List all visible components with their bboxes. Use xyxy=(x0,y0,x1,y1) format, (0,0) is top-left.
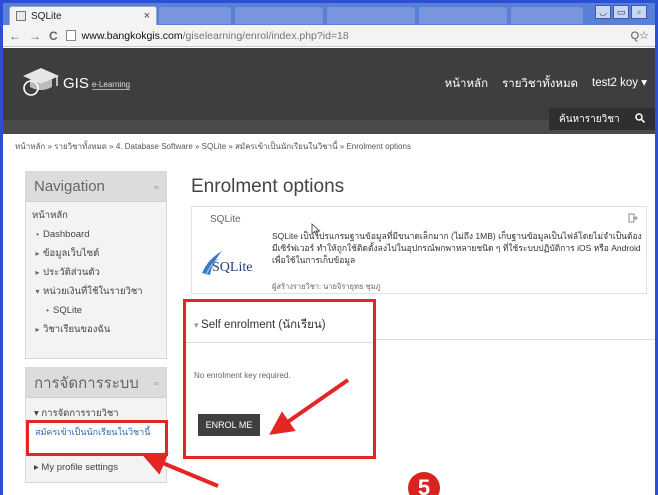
user-menu[interactable]: test2 koy ▾ xyxy=(592,75,647,93)
nav-all-courses-link[interactable]: รายวิชาทั้งหมด xyxy=(502,75,578,93)
nav-item-sqlite[interactable]: • SQLite xyxy=(26,301,166,320)
bullet-icon: • xyxy=(46,306,49,315)
expand-icon: ▸ xyxy=(35,268,40,277)
browser-window: SQLite × ◡ ▭ ▫ ← → C www.bangkokgis.com /… xyxy=(0,0,658,495)
enrol-icon xyxy=(628,213,638,226)
nav-item-profile[interactable]: ▸ ประวัติส่วนตัว xyxy=(26,263,166,282)
step-number-badge: 5 xyxy=(408,472,440,495)
course-summary-box: SQLite SQLite SQLite เป็นโปรแกรมฐานข้อมู… xyxy=(191,206,647,294)
self-enrolment-panel: ▾ Self enrolment (นักเรียน) No enrolment… xyxy=(183,299,376,459)
nav-item-label: หน้าหลัก xyxy=(32,210,68,221)
navigation-block: Navigation ▫▫ หน้าหลัก • Dashboard ▸ ข้อมู… xyxy=(25,171,167,359)
nav-item-course-units[interactable]: ▾ หน่วยเงินที่ใช้ในรายวิชา xyxy=(26,282,166,301)
navigation-title: Navigation xyxy=(34,178,105,195)
enrol-link-highlight: สมัครเข้าเป็นนักเรียนในวิชานี้ xyxy=(26,420,168,456)
course-name-link[interactable]: SQLite xyxy=(210,214,241,225)
background-tab[interactable] xyxy=(327,7,415,24)
background-tab[interactable] xyxy=(235,7,323,24)
background-tab[interactable] xyxy=(511,7,583,24)
mouse-cursor-icon xyxy=(311,223,321,240)
dock-icon[interactable]: ▫▫ xyxy=(154,378,159,388)
window-controls: ◡ ▭ ▫ xyxy=(595,5,647,19)
sqlite-logo: SQLite xyxy=(198,249,268,279)
self-enrolment-heading[interactable]: ▾ Self enrolment (นักเรียน) xyxy=(194,316,326,334)
dock-icon[interactable]: ▫▫ xyxy=(154,182,159,192)
course-search-label: ค้นหารายวิชา xyxy=(559,113,620,125)
logo-name: GIS xyxy=(63,75,89,92)
page-info-icon[interactable] xyxy=(65,30,76,41)
expand-icon: ▸ xyxy=(35,325,40,334)
administration-title: การจัดการระบบ xyxy=(34,374,139,392)
my-profile-settings-item[interactable]: ▸ My profile settings xyxy=(34,458,118,477)
navigation-list: หน้าหลัก • Dashboard ▸ ข้อมูลเว็บไซต์ ▸ ประ… xyxy=(26,202,166,343)
nav-item-site-info[interactable]: ▸ ข้อมูลเว็บไซต์ xyxy=(26,244,166,263)
collapse-icon: ▾ xyxy=(35,287,40,296)
forward-icon[interactable]: → xyxy=(29,29,41,43)
background-tab[interactable] xyxy=(419,7,507,24)
course-search-button[interactable]: ค้นหารายวิชา xyxy=(549,108,655,130)
nav-item-label: วิชาเรียนของฉัน xyxy=(43,324,111,335)
nav-item-label: หน่วยเงินที่ใช้ในรายวิชา xyxy=(43,286,143,297)
maximize-icon[interactable]: ▫ xyxy=(631,5,647,19)
collapse-icon: ▾ xyxy=(194,320,202,330)
administration-block-header: การจัดการระบบ ▫▫ xyxy=(26,368,166,398)
background-tab[interactable] xyxy=(159,7,231,24)
page-favicon-icon xyxy=(16,11,26,21)
logo-subtitle: e-Learning xyxy=(91,80,131,90)
enrol-in-course-link[interactable]: สมัครเข้าเป็นนักเรียนในวิชานี้ xyxy=(35,426,163,438)
reload-icon[interactable]: C xyxy=(49,29,58,43)
nav-item-my-courses[interactable]: ▸ วิชาเรียนของฉัน xyxy=(26,320,166,339)
self-enrolment-title: Self enrolment (นักเรียน) xyxy=(201,319,326,331)
sqlite-logo-text: SQLite xyxy=(212,260,253,275)
nav-item-label: Dashboard xyxy=(43,229,90,240)
nav-item-label: ประวัติส่วนตัว xyxy=(43,267,100,278)
back-icon[interactable]: ← xyxy=(9,29,21,43)
top-navigation: หน้าหลัก รายวิชาทั้งหมด test2 koy ▾ xyxy=(445,75,647,93)
nav-home-link[interactable]: หน้าหลัก xyxy=(445,75,489,93)
navigation-block-header: Navigation ▫▫ xyxy=(26,172,166,202)
url-path[interactable]: /giselearning/enrol/index.php?id=18 xyxy=(183,30,349,42)
bullet-icon: • xyxy=(36,230,39,239)
browser-tabbar: SQLite × ◡ ▭ ▫ xyxy=(3,3,655,25)
site-logo[interactable]: GIS e-Learning xyxy=(19,62,131,96)
expand-icon: ▸ xyxy=(35,249,40,258)
enrolment-key-note: No enrolment key required. xyxy=(194,371,291,380)
profile-icon[interactable]: ◡ xyxy=(595,5,611,19)
nav-item-label: SQLite xyxy=(53,305,83,316)
tab-close-icon[interactable]: × xyxy=(144,10,150,22)
tab-title: SQLite xyxy=(31,10,62,22)
nav-item-label: ข้อมูลเว็บไซต์ xyxy=(43,248,100,259)
breadcrumb[interactable]: หน้าหลัก » รายวิชาทั้งหมด » 4. Database … xyxy=(15,140,411,153)
section-divider xyxy=(186,342,373,343)
zoom-bookmark-icon[interactable]: Q☆ xyxy=(631,29,649,42)
course-summary-text: SQLite เป็นโปรแกรมฐานข้อมูลที่มีขนาดเล็ก… xyxy=(272,231,642,265)
course-teacher: ผู้สร้างรายวิชา: นายจิรายุทธ ชุมภู xyxy=(272,282,381,291)
nav-item-dashboard[interactable]: • Dashboard xyxy=(26,225,166,244)
search-icon xyxy=(635,112,646,126)
enrol-me-button[interactable]: ENROL ME xyxy=(198,414,260,436)
graduation-cap-icon xyxy=(19,62,61,96)
section-divider xyxy=(376,339,655,340)
url-host[interactable]: www.bangkokgis.com xyxy=(82,30,183,42)
tab-sqlite[interactable]: SQLite × xyxy=(9,6,157,25)
minimize-icon[interactable]: ▭ xyxy=(613,5,629,19)
page-title: Enrolment options xyxy=(191,176,345,197)
address-bar: ← → C www.bangkokgis.com/giselearning/en… xyxy=(3,25,655,47)
nav-item-home[interactable]: หน้าหลัก xyxy=(26,206,166,225)
